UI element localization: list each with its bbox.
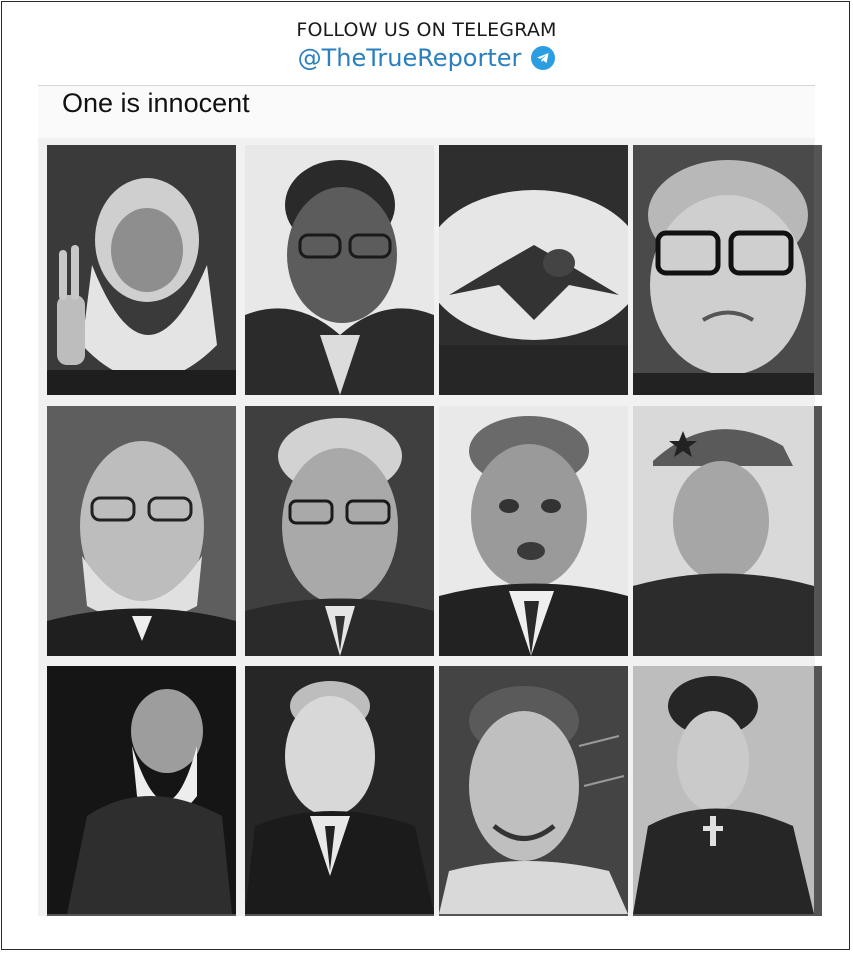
photo-tile-10[interactable] (245, 666, 434, 916)
photo-tile-12[interactable] (633, 666, 822, 916)
telegram-icon[interactable] (531, 46, 556, 70)
caption-text: One is innocent (62, 88, 250, 118)
photo-tile-1[interactable] (47, 145, 236, 395)
handle-row[interactable]: @TheTrueReporter (0, 42, 853, 74)
photo-tile-7[interactable] (439, 406, 628, 656)
photo-tile-2[interactable] (245, 145, 434, 395)
follow-text: FOLLOW US ON TELEGRAM (296, 19, 557, 41)
photo-tile-4[interactable] (633, 145, 822, 395)
telegram-handle[interactable]: @TheTrueReporter (298, 42, 522, 74)
photo-tile-9[interactable] (47, 666, 236, 916)
photo-tile-5[interactable] (47, 406, 236, 656)
photo-tile-11[interactable] (439, 666, 628, 916)
photo-tile-6[interactable] (245, 406, 434, 656)
photo-tile-3[interactable] (439, 145, 628, 395)
photo-tile-8[interactable] (633, 406, 822, 656)
telegram-banner: FOLLOW US ON TELEGRAM @TheTrueReporter (0, 18, 853, 74)
